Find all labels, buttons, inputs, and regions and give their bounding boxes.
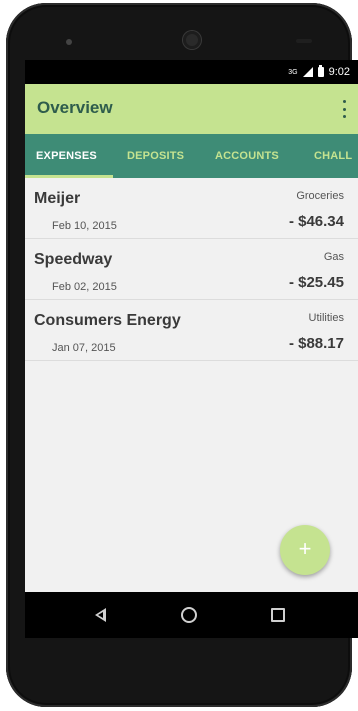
expense-amount: - $25.45 [288,274,344,291]
proximity-sensor [296,39,312,43]
tab-challenges[interactable]: CHALL [314,134,352,178]
tab-deposits[interactable]: DEPOSITS [127,134,184,178]
list-item[interactable]: Meijer Feb 10, 2015 Groceries - $46.34 [25,178,358,239]
expense-category: Gas [323,251,344,263]
network-type: 3G [288,68,298,76]
expense-amount: - $46.34 [288,213,344,230]
expense-date: Feb 02, 2015 [52,281,117,293]
page-title: Overview [37,98,113,117]
status-time: 9:02 [328,66,350,78]
tab-accounts[interactable]: ACCOUNTS [215,134,279,178]
more-vert-icon[interactable] [342,100,346,118]
add-expense-button[interactable]: + [280,525,330,575]
recents-icon[interactable] [268,605,288,625]
home-icon[interactable] [179,605,199,625]
expense-category: Utilities [308,312,344,324]
tab-expenses[interactable]: EXPENSES [36,134,97,178]
list-item[interactable]: Speedway Feb 02, 2015 Gas - $25.45 [25,239,358,300]
expense-category: Groceries [296,190,344,202]
expense-amount: - $88.17 [288,335,344,352]
status-bar: 3G 9:02 [25,60,358,84]
front-camera [183,31,201,49]
merchant-name: Consumers Energy [34,312,181,329]
tab-bar: EXPENSES DEPOSITS ACCOUNTS CHALL [25,134,358,178]
screen: 3G 9:02 Overview EXPENSES DEPOSITS ACCOU… [25,60,358,638]
expense-date: Jan 07, 2015 [52,342,116,354]
merchant-name: Speedway [34,251,113,268]
app-bar: Overview [25,84,358,134]
back-icon[interactable] [91,605,111,625]
expense-list: Meijer Feb 10, 2015 Groceries - $46.34 S… [25,178,358,361]
sensor-dot [66,39,72,45]
battery-icon [317,65,324,77]
merchant-name: Meijer [34,190,81,207]
navigation-bar [25,592,358,638]
signal-icon [302,67,313,77]
expense-date: Feb 10, 2015 [52,220,117,232]
list-item[interactable]: Consumers Energy Jan 07, 2015 Utilities … [25,300,358,361]
